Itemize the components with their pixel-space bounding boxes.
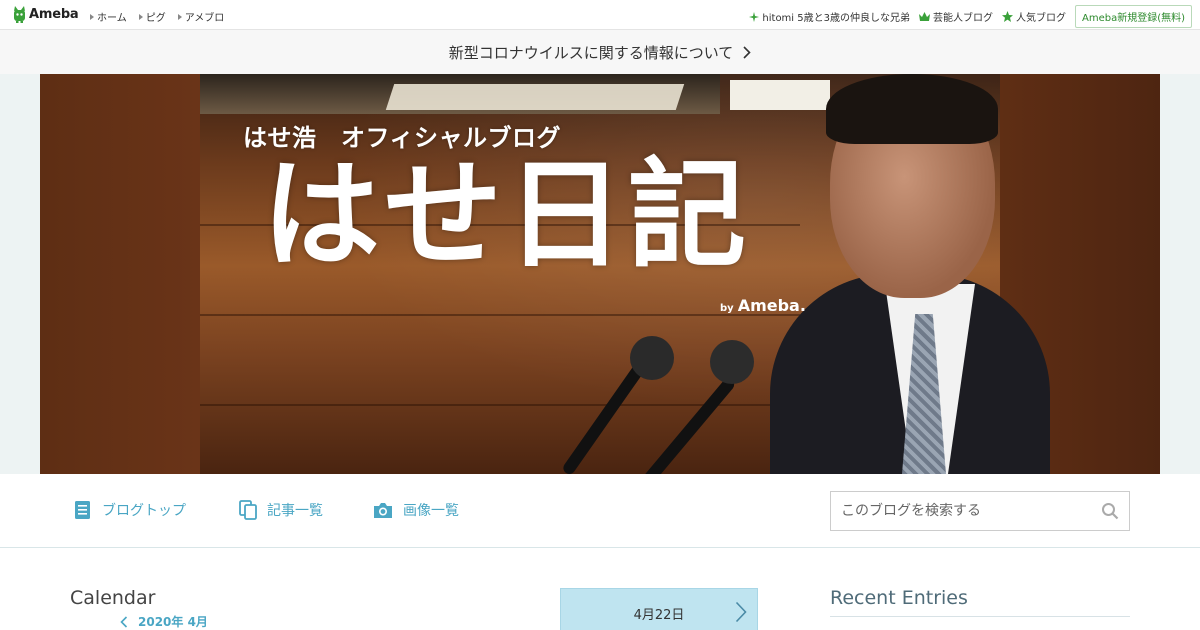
blog-top-label: ブログトップ	[102, 503, 186, 519]
entry-list-link[interactable]: 記事一覧	[239, 500, 323, 520]
crown-icon	[918, 12, 930, 21]
entry-date-box: 4月22日	[560, 588, 758, 630]
ameba-logo[interactable]: Ameba	[13, 6, 79, 23]
star-icon	[1001, 11, 1013, 22]
image-list-link[interactable]: 画像一覧	[373, 500, 459, 520]
nav-pigg-label: ピグ	[145, 13, 166, 24]
nav-home-label: ホーム	[97, 13, 127, 24]
banner-left-panel	[40, 74, 200, 474]
entry-list-label: 記事一覧	[267, 503, 323, 519]
blog-top-link[interactable]: ブログトップ	[74, 500, 186, 520]
search-icon[interactable]	[1101, 502, 1119, 520]
chevron-right-icon	[743, 45, 751, 59]
by-ameba-mark: by Ameba.	[720, 296, 806, 315]
triangle-right-icon	[90, 13, 94, 20]
recent-entries-title: Recent Entries	[830, 587, 968, 609]
covid-notice-text: 新型コロナウイルスに関する情報について	[448, 43, 734, 62]
calendar-title: Calendar	[70, 587, 156, 609]
nav-ameblo-label: アメブロ	[184, 13, 225, 24]
blog-search-input[interactable]	[831, 492, 1091, 530]
link-celebrity-blog-label: 芸能人ブログ	[932, 13, 993, 24]
blog-search-box	[830, 491, 1130, 531]
link-popular-blog-label: 人気ブログ	[1015, 13, 1066, 24]
copy-icon	[239, 500, 257, 520]
link-popular-blog[interactable]: 人気ブログ	[1001, 9, 1066, 24]
triangle-right-icon	[138, 13, 143, 20]
by-label: by	[720, 303, 734, 314]
banner-papers	[385, 84, 685, 110]
chevron-left-icon[interactable]	[120, 615, 128, 628]
entry-date: 4月22日	[633, 607, 685, 623]
camera-icon	[374, 503, 392, 518]
nav-home[interactable]: ホーム	[90, 9, 127, 24]
divider	[830, 616, 1130, 617]
nav-pigg[interactable]: ピグ	[138, 9, 166, 24]
covid-notice-link[interactable]: 新型コロナウイルスに関する情報について	[0, 30, 1200, 74]
blog-title: はせ日記	[262, 146, 751, 284]
link-featured-blog-label: hitomi 5歳と3歳の仲良しな兄弟	[762, 13, 910, 24]
sparkle-icon	[749, 11, 760, 22]
ameba-mascot-icon	[14, 6, 25, 23]
link-featured-blog[interactable]: hitomi 5歳と3歳の仲良しな兄弟	[749, 9, 910, 24]
nav-ameblo[interactable]: アメブロ	[177, 9, 225, 24]
signup-button[interactable]: Ameba新規登録(無料)	[1074, 5, 1192, 28]
microphone-head	[630, 336, 674, 380]
triangle-right-icon	[177, 13, 182, 20]
top-bar: Ameba ホーム ピグ アメブロ hitomi 5歳と3歳の仲良しな兄弟 芸能…	[0, 0, 1200, 30]
calendar-month: 2020年 4月	[138, 615, 208, 629]
top-right-links: hitomi 5歳と3歳の仲良しな兄弟 芸能人ブログ 人気ブログ Ameba新規…	[749, 5, 1192, 28]
blog-header-banner[interactable]: はせ浩 オフィシャルブログ はせ日記 by Ameba.	[40, 74, 1160, 474]
image-list-label: 画像一覧	[403, 503, 459, 519]
calendar-month-nav: 2020年 4月	[120, 613, 208, 630]
link-celebrity-blog[interactable]: 芸能人ブログ	[918, 9, 993, 24]
top-nav: ホーム ピグ アメブロ	[90, 9, 224, 24]
blog-nav: ブログトップ 記事一覧 画像一覧	[0, 474, 1200, 548]
banner-papers	[730, 80, 830, 110]
speaker-hair	[826, 74, 998, 144]
podium-line	[200, 314, 800, 316]
microphone-head	[710, 340, 754, 384]
chevron-right-icon[interactable]	[735, 601, 747, 623]
ameba-brand: Ameba.	[737, 296, 806, 315]
document-icon	[75, 501, 90, 519]
logo-text: Ameba	[29, 7, 79, 22]
main-content: Calendar 2020年 4月 4月22日 Recent Entries	[0, 548, 1200, 630]
